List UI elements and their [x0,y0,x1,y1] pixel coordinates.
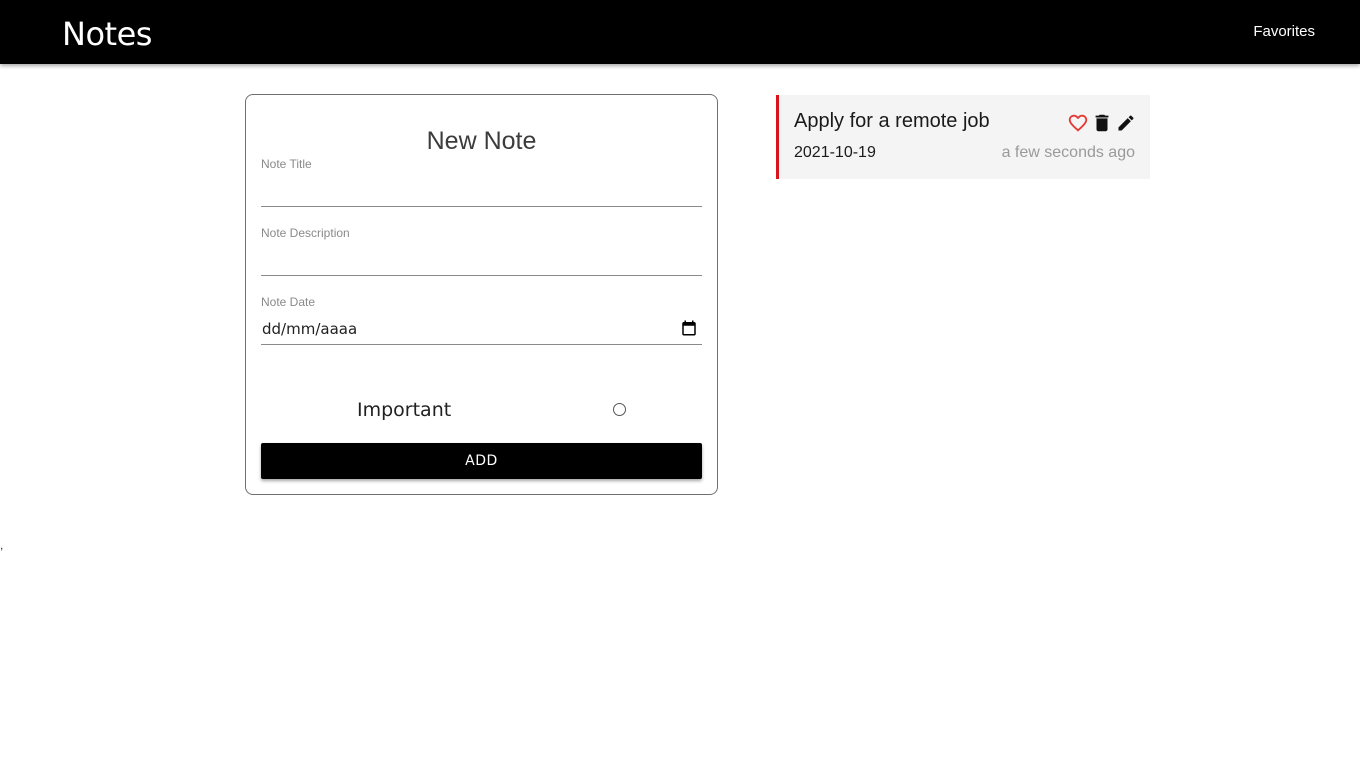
note-title-field: Note Title [261,157,702,207]
calendar-icon[interactable] [680,319,698,337]
note-description-label: Note Description [261,226,350,240]
form-title: New Note [426,127,537,155]
trash-icon[interactable] [1091,112,1113,134]
favorites-link[interactable]: Favorites [1253,22,1315,42]
important-label: Important [357,399,452,421]
note-title-input[interactable] [261,177,702,205]
note-date-field[interactable]: Note Date dd/mm/aaaa [261,295,702,345]
important-radio[interactable] [613,403,626,416]
note-title-label: Note Title [261,157,312,171]
pencil-icon[interactable] [1115,112,1137,134]
note-date-label: Note Date [261,295,316,309]
note-date-input[interactable]: dd/mm/aaaa [262,319,357,339]
add-note-button[interactable]: ADD [261,443,702,479]
note-relative-time: a few seconds ago [1001,144,1135,161]
note-description-field: Note Description [261,226,702,276]
note-actions [1067,112,1137,134]
note-title: Apply for a remote job [794,110,990,132]
heart-outline-icon[interactable] [1067,112,1089,134]
note-description-input[interactable] [261,246,702,274]
top-navbar: Notes Favorites [0,0,1360,64]
stray-comma: , [0,538,4,552]
note-date: 2021-10-19 [794,144,876,161]
new-note-form: New Note Note Title Note Description Not… [245,94,718,495]
note-card: Apply for a remote job 2021-10-19 a few … [776,95,1150,179]
app-brand[interactable]: Notes [62,14,152,54]
